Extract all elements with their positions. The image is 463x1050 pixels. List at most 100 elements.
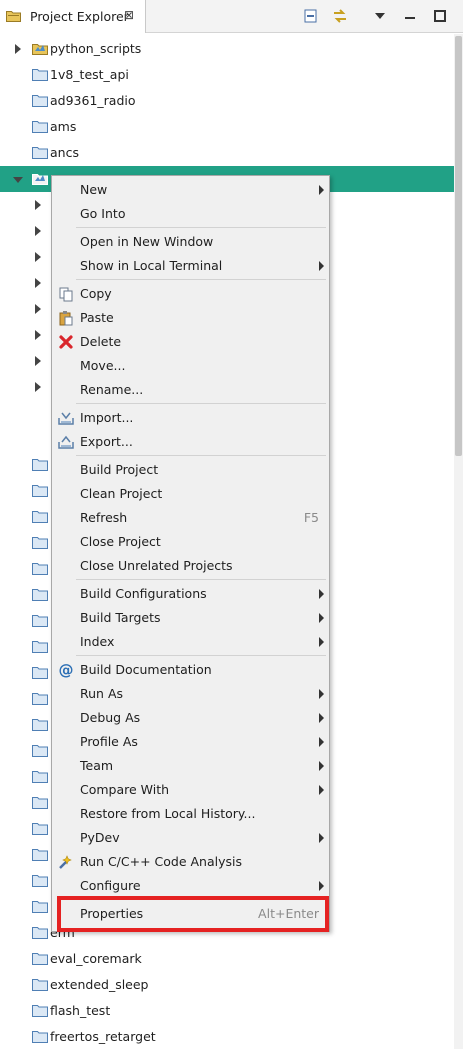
menu-separator bbox=[76, 579, 326, 580]
folder-icon bbox=[32, 537, 48, 549]
tree-item-label: python_scripts bbox=[50, 41, 142, 56]
menu-item-configure[interactable]: Configure bbox=[52, 874, 329, 898]
expand-arrow-icon[interactable] bbox=[35, 252, 41, 262]
tree-item-1v8-test-api[interactable]: 1v8_test_api bbox=[0, 62, 454, 88]
tree-item-flash-test[interactable]: flash_test bbox=[0, 998, 454, 1024]
menu-item-label: New bbox=[80, 182, 108, 197]
minimize-icon[interactable] bbox=[401, 7, 419, 25]
menu-item-label: Copy bbox=[80, 286, 112, 301]
submenu-arrow-icon bbox=[319, 689, 324, 699]
submenu-arrow-icon bbox=[319, 637, 324, 647]
tree-item-label: extended_sleep bbox=[50, 977, 149, 992]
menu-item-label: Go Into bbox=[80, 206, 126, 221]
expand-arrow-icon[interactable] bbox=[35, 382, 41, 392]
menu-item-index[interactable]: Index bbox=[52, 630, 329, 654]
folder-icon bbox=[32, 485, 48, 497]
export-icon bbox=[58, 435, 74, 449]
tree-item-label: eval_coremark bbox=[50, 951, 142, 966]
menu-item-label: Configure bbox=[80, 878, 141, 893]
menu-item-open-in-new-window[interactable]: Open in New Window bbox=[52, 230, 329, 254]
folder-icon bbox=[32, 901, 48, 913]
tree-item-extended-sleep[interactable]: extended_sleep bbox=[0, 972, 454, 998]
expand-arrow-icon[interactable] bbox=[15, 44, 21, 54]
menu-item-build-project[interactable]: Build Project bbox=[52, 458, 329, 482]
menu-item-label: Close Unrelated Projects bbox=[80, 558, 233, 573]
menu-item-build-documentation[interactable]: @ Build Documentation bbox=[52, 658, 329, 682]
menu-item-run-code-analysis[interactable]: Run C/C++ Code Analysis bbox=[52, 850, 329, 874]
expand-arrow-icon[interactable] bbox=[35, 278, 41, 288]
menu-item-debug-as[interactable]: Debug As bbox=[52, 706, 329, 730]
menu-item-paste[interactable]: Paste bbox=[52, 306, 329, 330]
menu-item-build-targets[interactable]: Build Targets bbox=[52, 606, 329, 630]
svg-text:@: @ bbox=[59, 662, 74, 678]
expand-arrow-icon[interactable] bbox=[35, 356, 41, 366]
expand-arrow-icon[interactable] bbox=[35, 330, 41, 340]
menu-item-refresh[interactable]: Refresh F5 bbox=[52, 506, 329, 530]
menu-item-label: Run C/C++ Code Analysis bbox=[80, 854, 243, 869]
close-icon[interactable]: ⊠ bbox=[124, 8, 134, 22]
menu-item-build-configurations[interactable]: Build Configurations bbox=[52, 582, 329, 606]
folder-icon bbox=[32, 511, 48, 523]
menu-item-label: Index bbox=[80, 634, 115, 649]
expand-arrow-icon[interactable] bbox=[35, 226, 41, 236]
menu-item-team[interactable]: Team bbox=[52, 754, 329, 778]
submenu-arrow-icon bbox=[319, 737, 324, 747]
menu-item-run-as[interactable]: Run As bbox=[52, 682, 329, 706]
menu-item-restore-from-local-history[interactable]: Restore from Local History... bbox=[52, 802, 329, 826]
tree-item-ams[interactable]: ams bbox=[0, 114, 454, 140]
menu-item-label: Debug As bbox=[80, 710, 141, 725]
folder-icon bbox=[32, 771, 48, 783]
menu-item-clean-project[interactable]: Clean Project bbox=[52, 482, 329, 506]
submenu-arrow-icon bbox=[319, 785, 324, 795]
expand-arrow-icon[interactable] bbox=[35, 304, 41, 314]
menu-item-close-unrelated-projects[interactable]: Close Unrelated Projects bbox=[52, 554, 329, 578]
view-menu-icon[interactable] bbox=[371, 7, 389, 25]
menu-item-export[interactable]: Export... bbox=[52, 430, 329, 454]
properties-highlight-box bbox=[57, 896, 329, 932]
menu-item-label: Build Targets bbox=[80, 610, 161, 625]
collapse-arrow-icon[interactable] bbox=[13, 177, 23, 183]
shortcut-label: F5 bbox=[303, 510, 319, 525]
tree-item-ad9361-radio[interactable]: ad9361_radio bbox=[0, 88, 454, 114]
context-menu: New Go Into Open in New Window Show in L… bbox=[51, 175, 330, 932]
menu-item-copy[interactable]: Copy bbox=[52, 282, 329, 306]
menu-separator bbox=[76, 227, 326, 228]
menu-separator bbox=[76, 455, 326, 456]
expand-arrow-icon[interactable] bbox=[35, 200, 41, 210]
folder-icon bbox=[32, 641, 48, 653]
tree-item-label: freertos_retarget bbox=[50, 1029, 156, 1044]
project-folder-icon bbox=[32, 174, 48, 185]
menu-item-compare-with[interactable]: Compare With bbox=[52, 778, 329, 802]
menu-item-go-into[interactable]: Go Into bbox=[52, 202, 329, 226]
tree-item-ancs[interactable]: ancs bbox=[0, 140, 454, 166]
menu-item-label: Paste bbox=[80, 310, 114, 325]
copy-icon bbox=[59, 287, 73, 302]
collapse-all-icon[interactable] bbox=[302, 7, 320, 25]
folder-icon bbox=[32, 849, 48, 861]
menu-item-pydev[interactable]: PyDev bbox=[52, 826, 329, 850]
folder-icon bbox=[32, 121, 48, 133]
menu-item-import[interactable]: Import... bbox=[52, 406, 329, 430]
menu-item-label: Clean Project bbox=[80, 486, 163, 501]
menu-item-move[interactable]: Move... bbox=[52, 354, 329, 378]
menu-item-label: Compare With bbox=[80, 782, 170, 797]
link-with-editor-icon[interactable] bbox=[331, 7, 349, 25]
menu-item-rename[interactable]: Rename... bbox=[52, 378, 329, 402]
menu-item-show-in-local-terminal[interactable]: Show in Local Terminal bbox=[52, 254, 329, 278]
tree-item-label: 1v8_test_api bbox=[50, 67, 129, 82]
menu-item-close-project[interactable]: Close Project bbox=[52, 530, 329, 554]
menu-item-new[interactable]: New bbox=[52, 178, 329, 202]
scrollbar-thumb[interactable] bbox=[455, 36, 462, 456]
at-icon: @ bbox=[59, 662, 74, 678]
menu-item-label: Team bbox=[80, 758, 114, 773]
tree-item-eval-coremark[interactable]: eval_coremark bbox=[0, 946, 454, 972]
folder-icon bbox=[32, 953, 48, 965]
menu-item-profile-as[interactable]: Profile As bbox=[52, 730, 329, 754]
menu-item-delete[interactable]: Delete bbox=[52, 330, 329, 354]
tree-item-freertos-retarget[interactable]: freertos_retarget bbox=[0, 1024, 454, 1050]
maximize-icon[interactable] bbox=[431, 7, 449, 25]
delete-icon bbox=[59, 335, 73, 349]
tree-item-python-scripts[interactable]: python_scripts bbox=[0, 36, 454, 62]
tab-project-explorer[interactable]: Project Explorer ⊠ bbox=[0, 0, 146, 33]
menu-item-label: Move... bbox=[80, 358, 126, 373]
